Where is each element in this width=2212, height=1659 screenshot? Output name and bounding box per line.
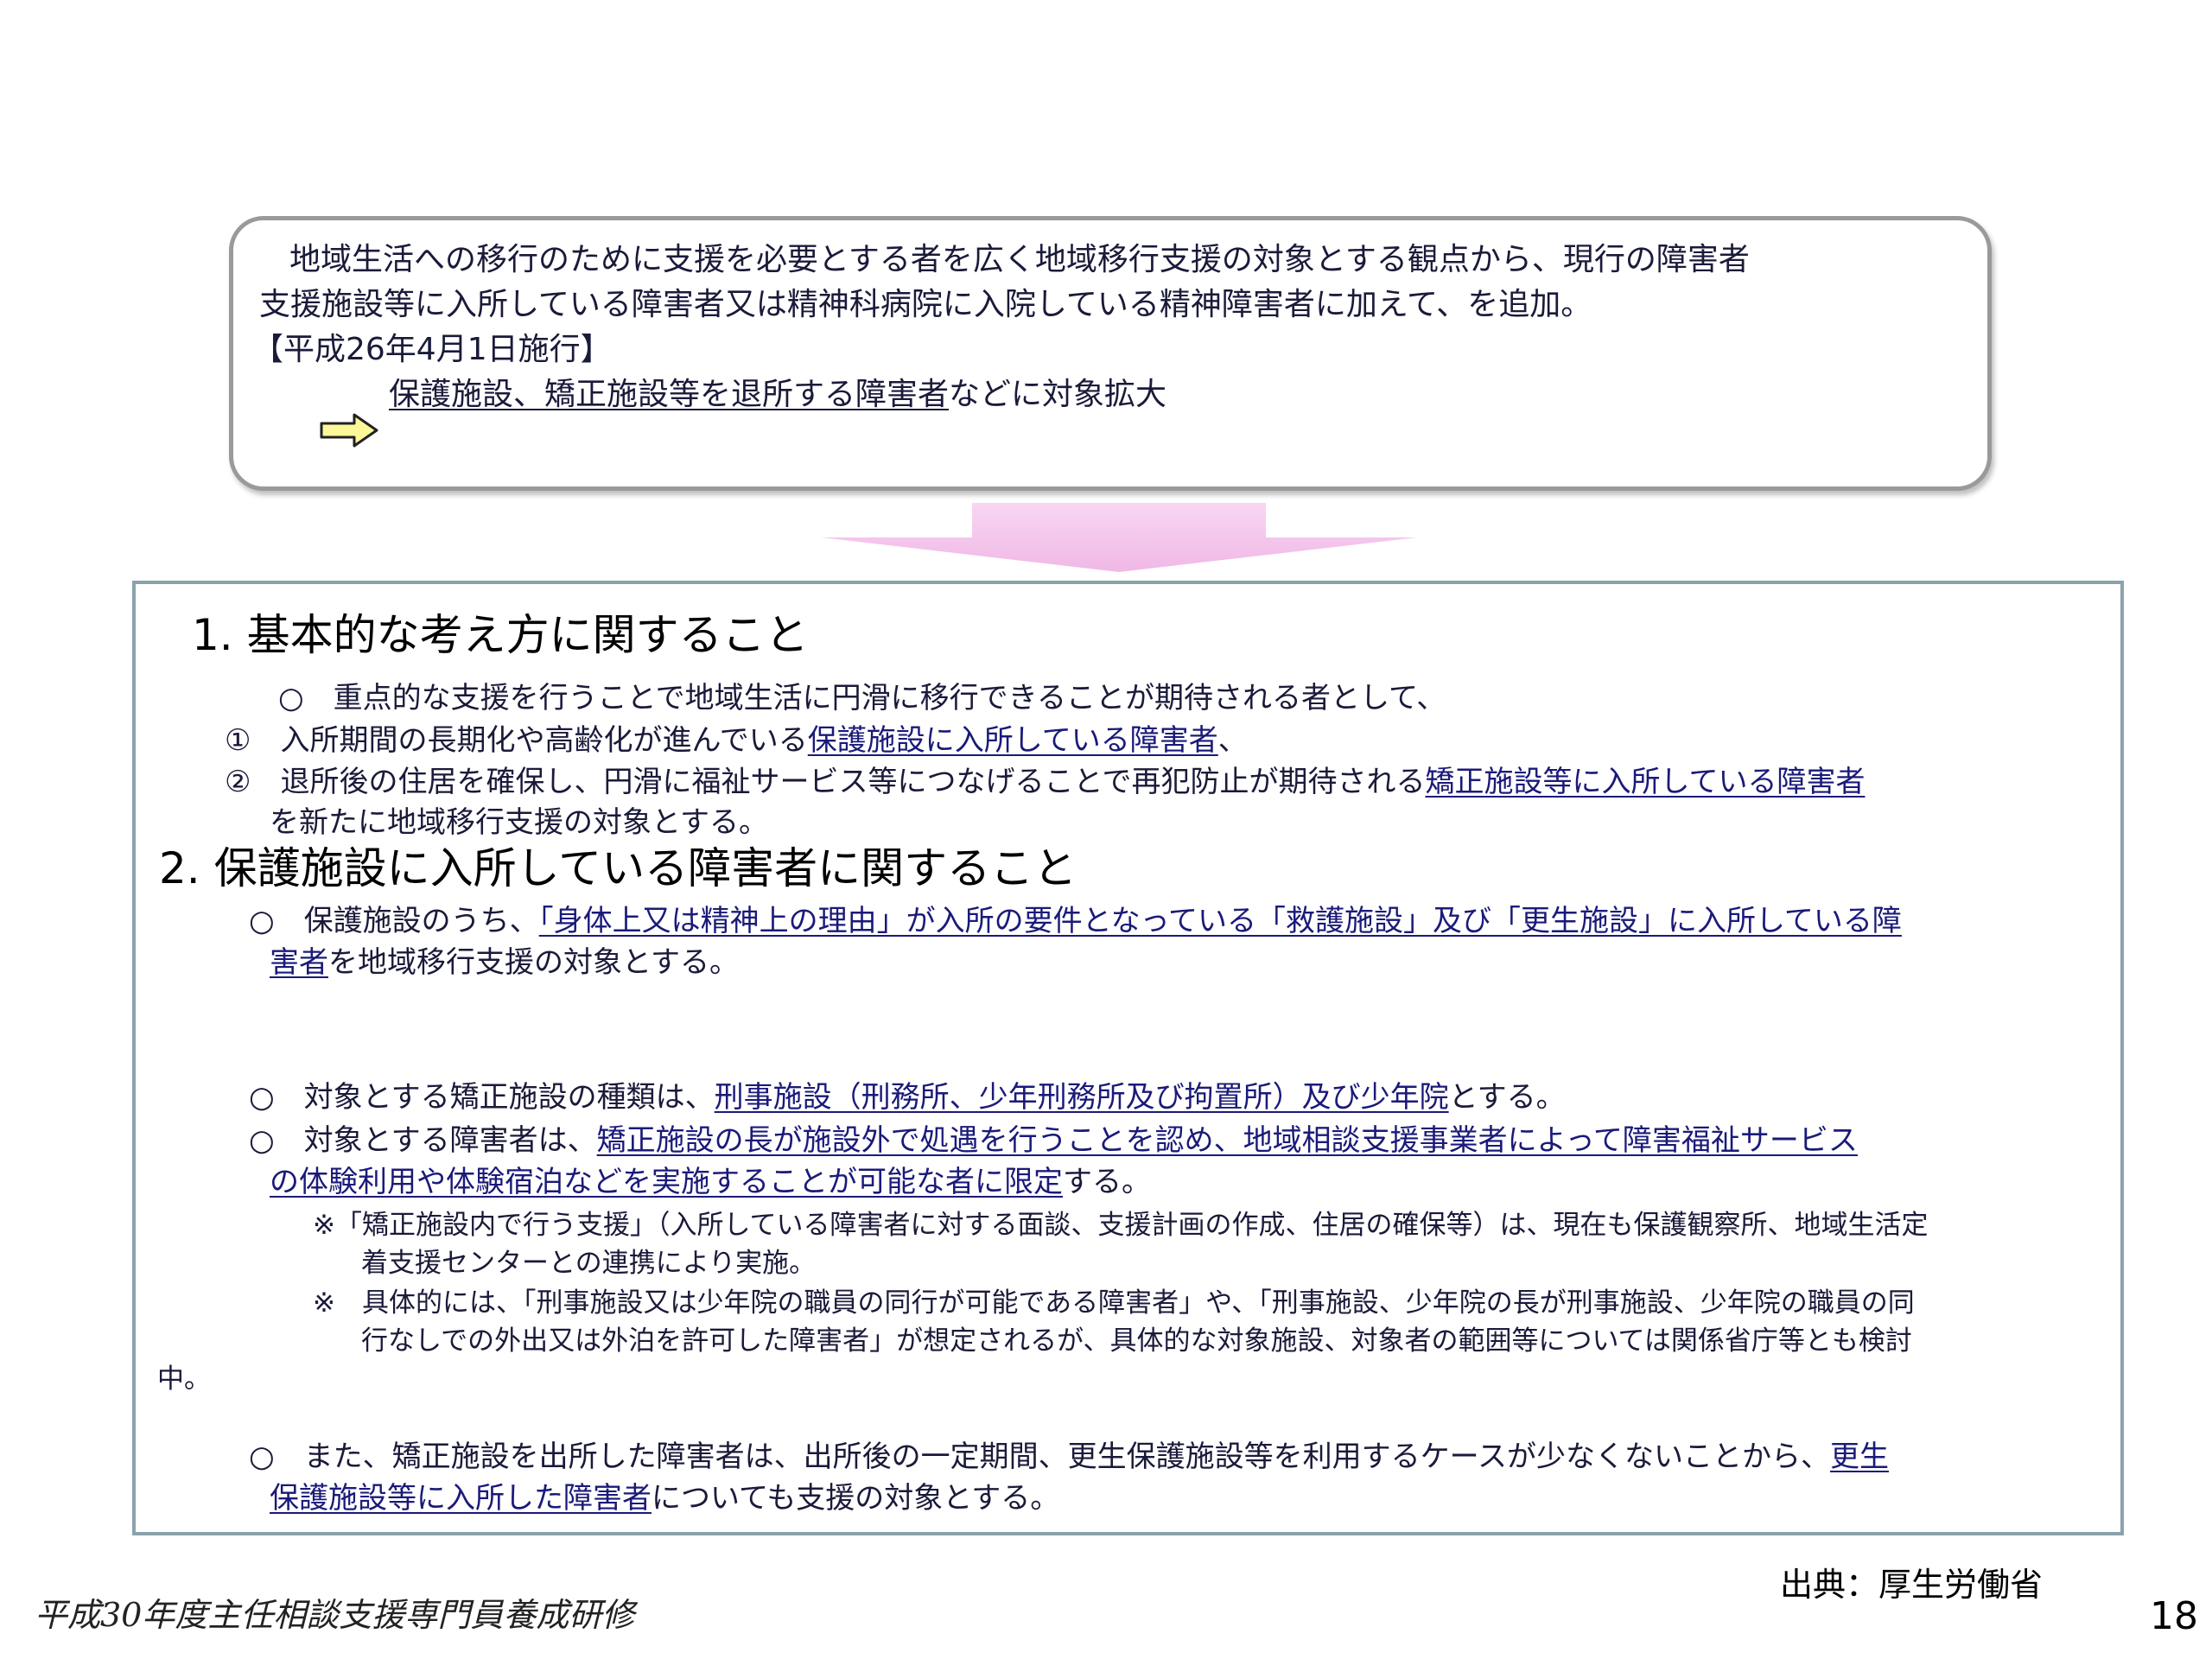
para-3-prefix: ○ 対象とする障害者は、 <box>249 1123 597 1158</box>
expansion-suffix: などに対象拡大 <box>949 377 1167 412</box>
note-2-line-3: 中。 <box>157 1363 211 1395</box>
section-2-para-4: ○ また、矯正施設を出所した障害者は、出所後の一定期間、更生保護施設等を利用する… <box>249 1438 1889 1476</box>
item-2-prefix: ② 退所後の住居を確保し、円滑に福祉サービス等につなげることで再犯防止が期待され… <box>225 765 1426 799</box>
para-4-prefix: ○ また、矯正施設を出所した障害者は、出所後の一定期間、更生保護施設等を利用する… <box>249 1440 1830 1474</box>
para-3-target: 矯正施設の長が施設外で処遇を行うことを認め、地域相談支援事業者によって障害福祉サ… <box>596 1123 1858 1158</box>
para-1-rest: を地域移行支援の対象とする。 <box>328 945 739 980</box>
pink-down-arrow-icon <box>821 503 1417 572</box>
para-4-rest: についても支援の対象とする。 <box>652 1481 1060 1516</box>
expansion-target: 保護施設、矯正施設等を退所する障害者 <box>389 377 950 412</box>
section-2-para-1-cont: 害者を地域移行支援の対象とする。 <box>270 944 739 982</box>
source-credit: 出典：厚生労働省 <box>1780 1566 2044 1604</box>
para-1-target: 「身体上又は精神上の理由」が入所の要件となっている「救護施設」及び「更生施設」に… <box>538 904 1902 938</box>
section-2-para-2: ○ 対象とする矯正施設の種類は、刑事施設（刑務所、少年刑務所及び拘置所）及び少年… <box>249 1078 1566 1116</box>
para-3-target-cont: の体験利用や体験宿泊などを実施することが可能な者に限定 <box>270 1165 1063 1199</box>
para-3-rest: する。 <box>1063 1165 1151 1199</box>
item-1-prefix: ① 入所期間の長期化や高齢化が進んでいる <box>225 723 808 758</box>
effective-date: 【平成26年4月1日施行】 <box>252 332 612 367</box>
para-2-prefix: ○ 対象とする矯正施設の種類は、 <box>249 1080 715 1115</box>
note-2-line-2: 行なしでの外出又は外泊を許可した障害者」が想定されるが、具体的な対象施設、対象者… <box>361 1325 1912 1357</box>
note-1-line-1: ※「矯正施設内で行う支援」（入所している障害者に対する面談、支援計画の作成、住居… <box>313 1210 1929 1241</box>
para-1-prefix: ○ 保護施設のうち、 <box>249 904 539 938</box>
section-2-para-3-cont: の体験利用や体験宿泊などを実施することが可能な者に限定する。 <box>270 1163 1151 1201</box>
section-2-para-3: ○ 対象とする障害者は、矯正施設の長が施設外で処遇を行うことを認め、地域相談支援… <box>249 1122 1858 1160</box>
para-1-target-cont: 害者 <box>270 945 328 980</box>
item-1-suffix: 、 <box>1217 723 1248 758</box>
section-1-intro: ○ 重点的な支援を行うことで地域生活に円滑に移行できることが期待される者として、 <box>278 681 1446 715</box>
section-1-item-2-cont: を新たに地域移行支援の対象とする。 <box>270 805 768 840</box>
para-4-target: 更生 <box>1829 1440 1889 1474</box>
section-1-item-1: ① 入所期間の長期化や高齢化が進んでいる保護施設に入所している障害者、 <box>225 721 1248 760</box>
note-2-line-1: ※ 具体的には、「刑事施設又は少年院の職員の同行が可能である障害者」や、「刑事施… <box>313 1287 1915 1319</box>
summary-line-2: 支援施設等に入所している障害者又は精神科病院に入院している精神障害者に加えて、を… <box>259 287 1592 322</box>
para-2-target: 刑事施設（刑務所、少年刑務所及び拘置所）及び少年院 <box>714 1080 1449 1115</box>
section-2-heading: 2. 保護施設に入所している障害者に関すること <box>159 843 1077 893</box>
section-1-heading: 1. 基本的な考え方に関すること <box>192 610 809 660</box>
note-1-line-2: 着支援センターとの連携により実施。 <box>361 1248 817 1279</box>
yellow-right-arrow-icon <box>320 413 378 448</box>
section-1-item-2: ② 退所後の住居を確保し、円滑に福祉サービス等につなげることで再犯防止が期待され… <box>225 763 1865 801</box>
summary-line-1: 地域生活への移行のために支援を必要とする者を広く地域移行支援の対象とする観点から… <box>289 242 1750 277</box>
item-1-target: 保護施設に入所している障害者 <box>807 723 1218 758</box>
section-2-para-4-cont: 保護施設等に入所した障害者についても支援の対象とする。 <box>270 1479 1059 1517</box>
footer-title: 平成30年度主任相談支援専門員養成研修 <box>35 1596 635 1634</box>
para-4-target-cont: 保護施設等に入所した障害者 <box>270 1481 652 1516</box>
section-2-para-1: ○ 保護施設のうち、「身体上又は精神上の理由」が入所の要件となっている「救護施設… <box>249 902 1902 940</box>
para-2-suffix: とする。 <box>1448 1080 1566 1115</box>
item-2-target: 矯正施設等に入所している障害者 <box>1425 765 1866 799</box>
page-number: 18 <box>2150 1594 2198 1638</box>
summary-line-4: 保護施設、矯正施設等を退所する障害者などに対象拡大 <box>389 375 1166 415</box>
